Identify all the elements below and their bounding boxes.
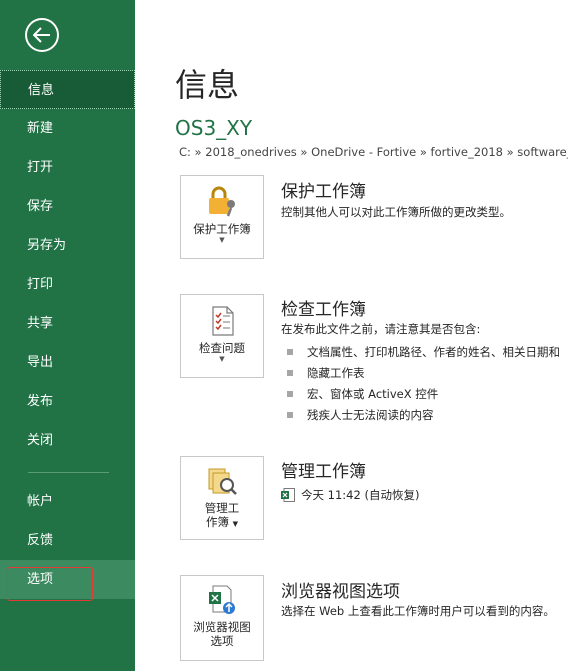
page-title: 信息: [175, 66, 240, 104]
autosave-version-item[interactable]: 今天 11:42 (自动恢复): [281, 487, 419, 503]
manage-tile-label-line1: 管理工: [204, 501, 240, 515]
nav-print[interactable]: 打印: [0, 265, 135, 304]
nav-info[interactable]: 信息: [0, 70, 135, 109]
info-panel: 信息 OS3_XY C: » 2018_onedrives » OneDrive…: [135, 0, 568, 671]
nav-publish[interactable]: 发布: [0, 382, 135, 421]
nav-save-as[interactable]: 另存为: [0, 226, 135, 265]
file-name: OS3_XY: [175, 116, 253, 140]
sidebar-divider: [28, 472, 109, 473]
nav-close[interactable]: 关闭: [0, 421, 135, 460]
nav-account[interactable]: 帐户: [0, 482, 135, 521]
check-issues-label: 检查问题: [199, 341, 245, 355]
excel-file-icon: [281, 488, 295, 502]
nav-open[interactable]: 打开: [0, 148, 135, 187]
manage-tile-label-line2: 作簿 ▼: [205, 515, 239, 529]
dropdown-caret-icon: ▼: [219, 355, 225, 363]
nav-save[interactable]: 保存: [0, 187, 135, 226]
file-path-breadcrumb[interactable]: C: » 2018_onedrives » OneDrive - Fortive…: [179, 145, 568, 159]
inspect-bullet-list: 文档属性、打印机路径、作者的姓名、相关日期和 隐藏工作表 宏、窗体或 Activ…: [281, 342, 560, 426]
browser-view-icon: [209, 585, 235, 614]
protect-workbook-button[interactable]: 保护工作簿 ▼: [180, 175, 264, 259]
protect-title: 保护工作簿: [281, 182, 366, 202]
browser-view-title: 浏览器视图选项: [281, 582, 400, 602]
protect-tile-label: 保护工作簿: [193, 222, 251, 236]
inspect-title: 检查工作簿: [281, 300, 366, 320]
manage-title: 管理工作簿: [281, 462, 366, 482]
list-item: 隐藏工作表: [281, 363, 560, 384]
manage-workbook-button[interactable]: 管理工 作簿 ▼: [180, 456, 264, 540]
browser-view-description: 选择在 Web 上查看此工作簿时用户可以看到的内容。: [281, 604, 555, 618]
list-item: 残疾人士无法阅读的内容: [281, 405, 560, 426]
inspect-description: 在发布此文件之前，请注意其是否包含:: [281, 322, 481, 336]
backstage-sidebar: 信息 新建 打开 保存 另存为 打印 共享 导出 发布 关闭 帐户 反馈 选项: [0, 0, 135, 671]
browser-view-options-button[interactable]: 浏览器视图 选项: [180, 575, 264, 661]
version-label: 今天 11:42 (自动恢复): [301, 488, 420, 502]
manage-workbook-icon: [208, 468, 237, 495]
check-for-issues-button[interactable]: 检查问题 ▼: [180, 294, 264, 378]
lock-key-icon: [209, 186, 235, 217]
browser-tile-label-line2: 选项: [210, 634, 234, 648]
protect-description: 控制其他人可以对此工作簿所做的更改类型。: [281, 205, 511, 219]
nav-feedback[interactable]: 反馈: [0, 521, 135, 560]
nav-export[interactable]: 导出: [0, 343, 135, 382]
back-arrow-icon: [33, 27, 50, 43]
inspect-document-icon: [212, 306, 234, 336]
options-highlight-annotation: [7, 567, 93, 601]
back-button[interactable]: [25, 18, 59, 52]
browser-tile-label-line1: 浏览器视图: [193, 620, 251, 634]
nav-share[interactable]: 共享: [0, 304, 135, 343]
dropdown-caret-icon: ▼: [219, 236, 225, 244]
nav-new[interactable]: 新建: [0, 109, 135, 148]
list-item: 文档属性、打印机路径、作者的姓名、相关日期和: [281, 342, 560, 363]
list-item: 宏、窗体或 ActiveX 控件: [281, 384, 560, 405]
